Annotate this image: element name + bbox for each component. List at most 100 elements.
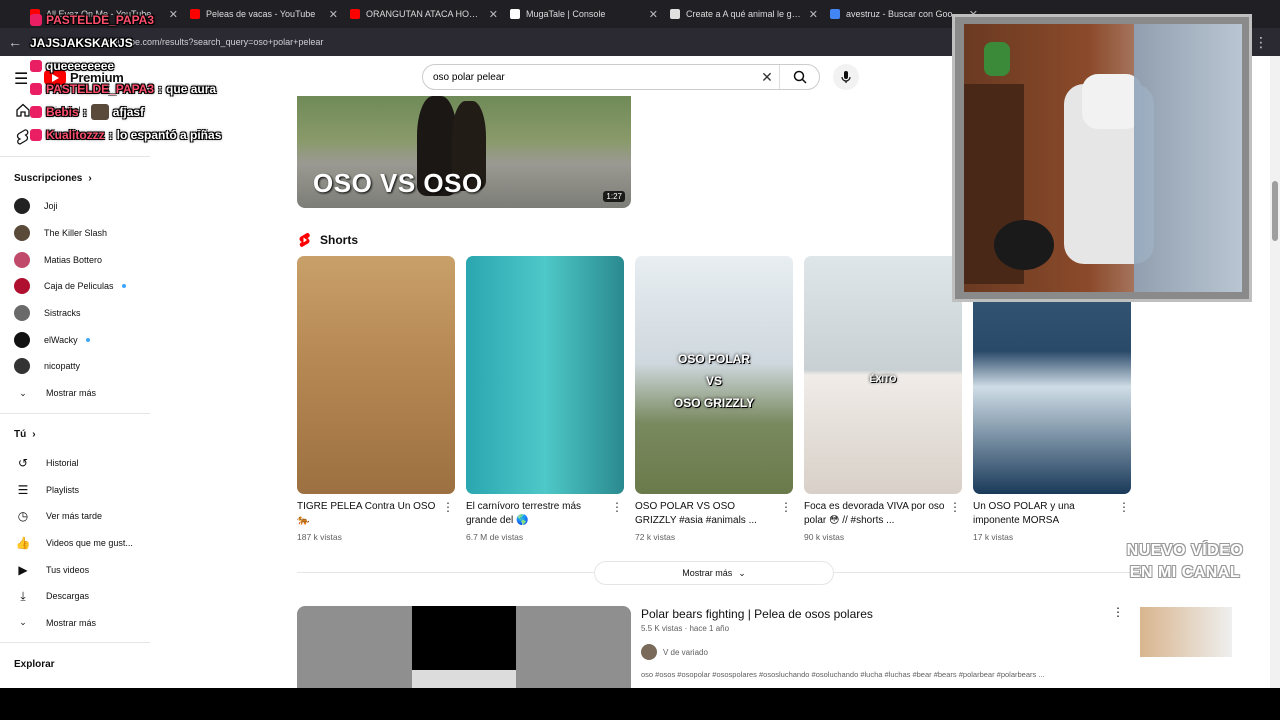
video-duration: 1:27 xyxy=(603,191,625,202)
chevron-right-icon: › xyxy=(88,172,92,184)
browser-tab[interactable]: MugaTale | Console ✕ xyxy=(504,3,664,25)
chat-username: PASTELDE_PAPA3 xyxy=(46,12,155,27)
scrollbar-thumb[interactable] xyxy=(1272,181,1278,241)
more-options-icon[interactable]: ⋮ xyxy=(441,500,455,528)
short-card[interactable]: El carnívoro terrestre más grande del 🌎 ⋮… xyxy=(466,256,624,542)
short-card[interactable]: TIGRE PELEA Contra Un OSO 🐅 ⋮ 187 k vistas xyxy=(297,256,455,542)
short-meta: TIGRE PELEA Contra Un OSO 🐅 ⋮ xyxy=(297,500,455,528)
chat-line: Kualitozzz: lo espantó a piñas xyxy=(30,123,280,146)
channel-avatar[interactable] xyxy=(641,644,657,660)
sidebar-item-label: Tus videos xyxy=(46,564,90,575)
short-title[interactable]: Foca es devorada VIVA por oso polar 😳 //… xyxy=(804,500,948,528)
subscription-label: nicopatty xyxy=(44,361,81,372)
sidebar-divider xyxy=(0,642,150,644)
show-more-label: Mostrar más xyxy=(682,568,733,578)
sidebar-item-your-videos[interactable]: ▶ Tus videos xyxy=(0,556,152,583)
search-button[interactable] xyxy=(779,65,819,89)
sidebar-item-playlists[interactable]: ☰ Playlists xyxy=(0,476,152,503)
subscription-item[interactable]: elWacky xyxy=(0,326,152,353)
more-options-icon[interactable]: ⋮ xyxy=(610,500,624,528)
tab-favicon-icon xyxy=(510,9,520,19)
tab-title: avestruz - Buscar con Google xyxy=(846,9,963,19)
sub-badge-icon xyxy=(30,59,42,72)
short-thumbnail[interactable]: ÉXITO xyxy=(804,256,962,494)
video-thumbnail[interactable] xyxy=(297,606,631,688)
chat-username: Kualitozzz xyxy=(46,127,105,142)
thumbnail-light-area xyxy=(412,670,516,688)
page-scrollbar[interactable] xyxy=(1270,56,1280,688)
subscription-item[interactable]: nicopatty xyxy=(0,353,152,380)
video-more-options-icon[interactable]: ⋮ xyxy=(1112,605,1124,619)
shorts-title: Shorts xyxy=(320,233,359,247)
tab-close-icon[interactable]: ✕ xyxy=(329,8,338,21)
chair-headrest-shape xyxy=(1082,74,1142,129)
you-title: Tú xyxy=(14,429,27,440)
search-input[interactable] xyxy=(433,71,755,83)
chevron-down-icon: ⌄ xyxy=(19,387,27,398)
sidebar-item-watch-later[interactable]: ◷ Ver más tarde xyxy=(0,503,152,530)
subscription-item[interactable]: Sistracks xyxy=(0,300,152,327)
more-options-icon[interactable]: ⋮ xyxy=(1117,500,1131,528)
tab-title: Create a A qué animal le ganar xyxy=(686,9,803,19)
show-more-you[interactable]: ⌄ Mostrar más xyxy=(0,610,152,637)
subscription-item[interactable]: Matias Bottero xyxy=(0,246,152,273)
tab-close-icon[interactable]: ✕ xyxy=(649,8,658,21)
sidebar-item-download[interactable]: ⤓ Descargas xyxy=(0,583,152,610)
browser-menu-icon[interactable]: ⋮ xyxy=(1254,34,1268,51)
tab-favicon-icon xyxy=(350,9,360,19)
voice-search-button[interactable] xyxy=(833,64,859,90)
person-shape xyxy=(1134,24,1242,292)
sub-badge-icon xyxy=(30,82,42,95)
subscription-item[interactable]: Caja de Peliculas xyxy=(0,273,152,300)
subscription-label: Matias Bottero xyxy=(44,254,103,265)
helmet-shape xyxy=(994,220,1054,270)
more-options-icon[interactable]: ⋮ xyxy=(779,500,793,528)
menu-icon[interactable]: ☰ xyxy=(14,69,28,89)
explore-header: Explorar xyxy=(14,658,55,670)
back-arrow-icon[interactable]: ← xyxy=(8,34,28,50)
more-options-icon[interactable]: ⋮ xyxy=(948,500,962,528)
channel-name[interactable]: V de variado xyxy=(663,648,708,657)
short-title[interactable]: OSO POLAR VS OSO GRIZZLY #asia #animals … xyxy=(635,500,779,528)
video-channel[interactable]: V de variado xyxy=(641,644,708,660)
search-box[interactable]: ✕ xyxy=(422,64,820,90)
short-views: 90 k vistas xyxy=(804,532,845,542)
stream-chat-overlay: PASTELDE_PAPA3 JAJSJAKSKAKJS queeeeeeee PAS… xyxy=(30,13,280,146)
show-more-shorts-button[interactable]: Mostrar más ⌄ xyxy=(594,561,834,585)
chat-separator: : xyxy=(108,127,113,142)
you-header[interactable]: Tú › xyxy=(0,420,152,450)
short-meta: Foca es devorada VIVA por oso polar 😳 //… xyxy=(804,500,962,528)
short-thumbnail[interactable] xyxy=(297,256,455,494)
short-title[interactable]: El carnívoro terrestre más grande del 🌎 xyxy=(466,500,610,528)
browser-tab[interactable]: Create a A qué animal le ganar ✕ xyxy=(664,3,824,25)
short-meta: OSO POLAR VS OSO GRIZZLY #asia #animals … xyxy=(635,500,793,528)
channel-avatar xyxy=(14,331,30,348)
show-more-subscriptions[interactable]: ⌄ Mostrar más xyxy=(0,380,152,407)
subscription-label: elWacky xyxy=(44,334,78,345)
top-video-thumbnail[interactable]: OSO VS OSO 1:27 xyxy=(297,96,631,208)
short-title[interactable]: TIGRE PELEA Contra Un OSO 🐅 xyxy=(297,500,441,528)
chat-emote-icon xyxy=(90,103,109,120)
subscription-item[interactable]: The Killer Slash xyxy=(0,220,152,247)
sidebar-item-history[interactable]: ↺ Historial xyxy=(0,450,152,477)
short-card[interactable]: OSO POLAR VS OSO GRIZZLY OSO POLAR VS OSO… xyxy=(635,256,793,542)
short-title[interactable]: Un OSO POLAR y una imponente MORSA xyxy=(973,500,1117,528)
video-title[interactable]: Polar bears fighting | Pelea de osos pol… xyxy=(641,607,873,621)
sidebar-divider xyxy=(0,156,150,157)
subscription-item[interactable]: Joji xyxy=(0,193,152,220)
tab-close-icon[interactable]: ✕ xyxy=(489,8,498,21)
short-card[interactable]: ÉXITO Foca es devorada VIVA por oso polar… xyxy=(804,256,962,542)
sidebar: Principal Shorts Suscripciones › Joji The Kil… xyxy=(0,96,152,679)
short-thumbnail[interactable]: OSO POLAR VS OSO GRIZZLY xyxy=(635,256,793,494)
clear-search-icon[interactable]: ✕ xyxy=(755,69,779,86)
chat-separator: : xyxy=(82,104,87,119)
browser-tab[interactable]: ORANGUTAN ATACA HOMBRE ✕ xyxy=(344,3,504,25)
tab-close-icon[interactable]: ✕ xyxy=(809,8,818,21)
promo-thumbnail xyxy=(1138,605,1234,659)
subscription-label: Joji xyxy=(44,201,58,212)
subscriptions-header[interactable]: Suscripciones › xyxy=(0,163,152,193)
short-thumbnail[interactable] xyxy=(466,256,624,494)
history-icon: ↺ xyxy=(17,455,29,470)
sidebar-item-like[interactable]: 👍 Videos que me gust... xyxy=(0,530,152,557)
playlists-icon: ☰ xyxy=(17,482,29,497)
